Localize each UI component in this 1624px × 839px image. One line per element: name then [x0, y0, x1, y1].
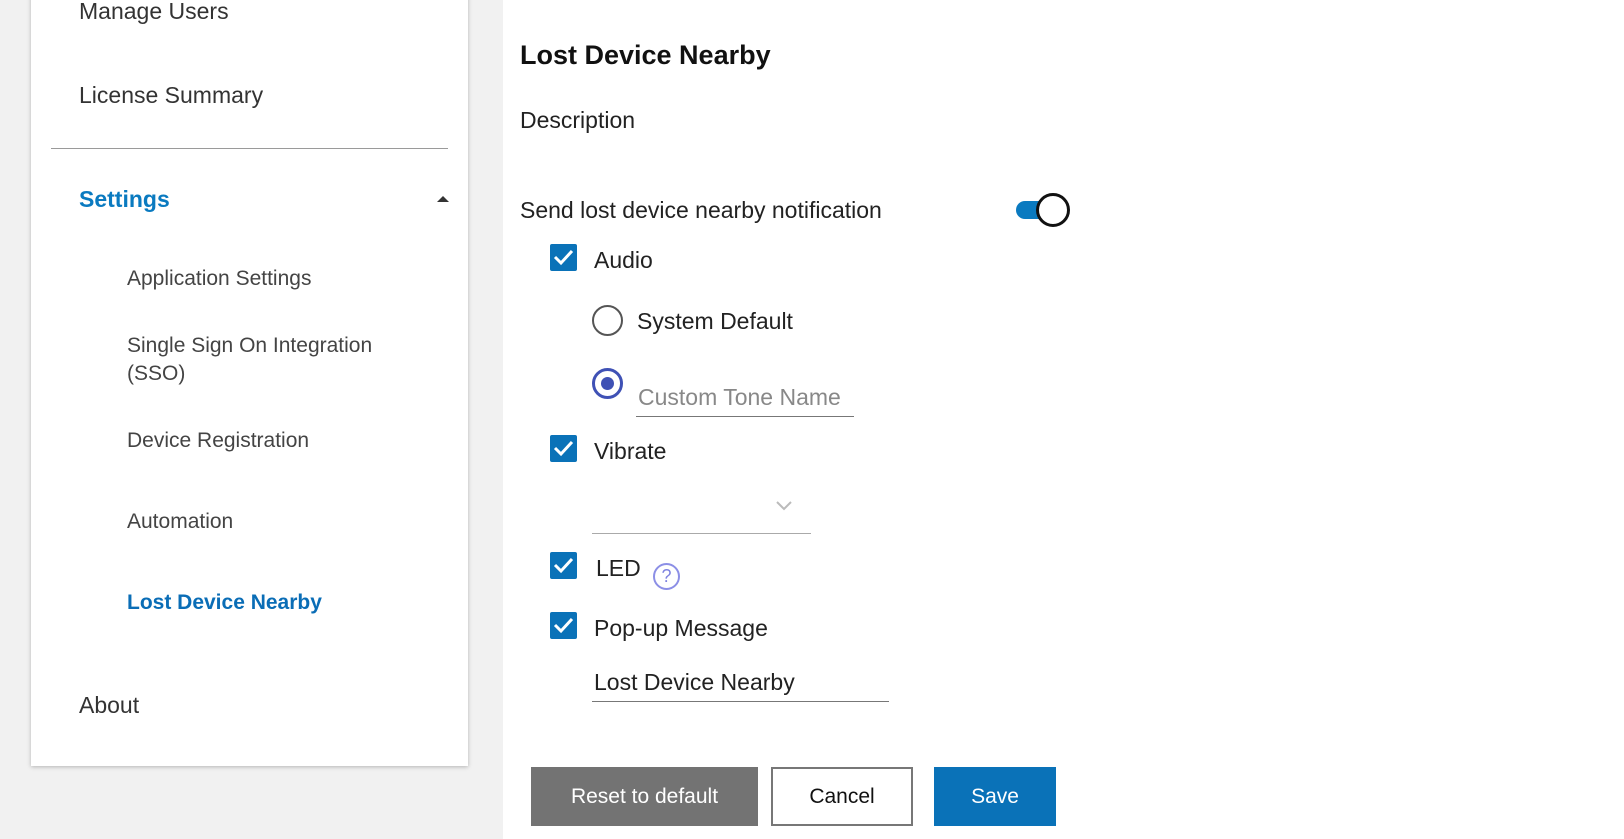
custom-tone-input[interactable]	[636, 379, 854, 417]
description-label: Description	[520, 107, 636, 133]
system-default-radio[interactable]	[592, 305, 623, 336]
vibrate-pattern-select[interactable]	[592, 482, 811, 534]
led-checkbox[interactable]	[550, 552, 577, 579]
notification-toggle[interactable]	[1014, 193, 1070, 227]
check-icon	[553, 440, 574, 457]
nav-settings-label: Settings	[79, 186, 170, 212]
sidebar-item-sso-line1: Single Sign On Integration	[127, 334, 373, 357]
toggle-knob	[1036, 193, 1070, 227]
sidebar-item-automation[interactable]: Automation	[127, 508, 407, 536]
sidebar-item-sso-line2: (SSO)	[127, 362, 186, 385]
nav-license-summary[interactable]: License Summary	[79, 82, 263, 109]
custom-tone-radio[interactable]	[592, 368, 623, 399]
reset-to-default-button[interactable]: Reset to default	[531, 767, 758, 826]
vibrate-checkbox[interactable]	[550, 435, 577, 462]
sidebar-item-application-settings[interactable]: Application Settings	[127, 265, 407, 293]
popup-label: Pop-up Message	[594, 615, 768, 641]
nav-settings-group[interactable]: Settings	[79, 186, 449, 216]
save-button[interactable]: Save	[934, 767, 1056, 826]
sidebar-item-lost-device-nearby[interactable]: Lost Device Nearby	[127, 589, 407, 617]
chevron-down-icon	[776, 501, 792, 511]
sidebar-divider	[51, 148, 448, 149]
led-label: LED	[596, 555, 641, 581]
popup-checkbox[interactable]	[550, 612, 577, 639]
audio-checkbox[interactable]	[550, 244, 577, 271]
question-circle-icon[interactable]: ?	[653, 563, 680, 590]
audio-label: Audio	[594, 247, 653, 273]
vibrate-label: Vibrate	[594, 438, 667, 464]
cancel-button[interactable]: Cancel	[771, 767, 913, 826]
system-default-label: System Default	[637, 308, 793, 334]
notification-label: Send lost device nearby notification	[520, 197, 882, 223]
sidebar-item-sso[interactable]: Single Sign On Integration (SSO)	[127, 332, 407, 388]
check-icon	[553, 617, 574, 634]
sidebar-item-device-registration[interactable]: Device Registration	[127, 427, 407, 455]
caret-up-icon	[437, 196, 449, 202]
page-title: Lost Device Nearby	[520, 40, 771, 70]
check-icon	[553, 249, 574, 266]
nav-about[interactable]: About	[79, 692, 139, 719]
sidebar: Manage Users License Summary Settings Ap…	[31, 0, 468, 766]
radio-dot	[601, 377, 614, 390]
popup-message-input[interactable]	[592, 664, 889, 702]
nav-manage-users[interactable]: Manage Users	[79, 0, 229, 25]
settings-panel: Lost Device Nearby Description Send lost…	[503, 0, 1624, 839]
check-icon	[553, 557, 574, 574]
